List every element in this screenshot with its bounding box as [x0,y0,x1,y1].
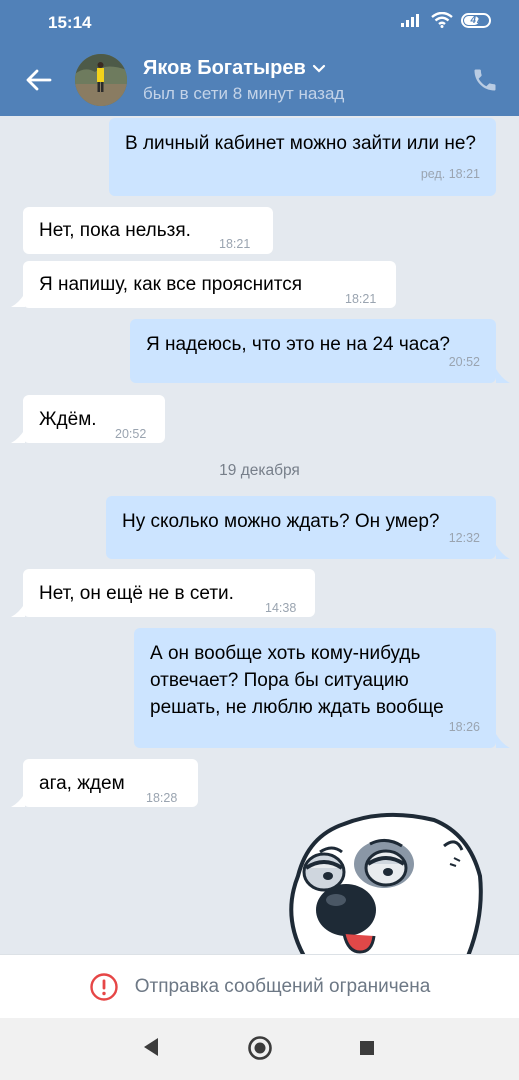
bubble-tail [11,293,25,307]
message-text: Ну сколько можно ждать? Он умер? [122,511,440,532]
message-time: 20:52 [448,355,480,369]
date-separator: 19 декабря [219,462,300,479]
message-time: 18:21 [345,292,377,306]
message-time: 18:28 [146,791,178,805]
wifi-icon [431,12,453,28]
signal-icon [401,14,419,27]
message-text: Я надеюсь, что это не на 24 часа? [146,334,450,355]
message-time: 18:21 [219,237,251,251]
bubble-tail [11,603,25,617]
back-button[interactable] [22,64,54,96]
alert-icon [90,973,118,1001]
message-incoming[interactable]: Нет, пока нельзя. 18:21 [23,207,273,254]
system-nav-bar [0,1018,519,1080]
dog-sticker[interactable] [284,806,484,954]
contact-avatar[interactable] [75,54,127,106]
battery-level: 47 [470,14,482,26]
message-text: Я напишу, как все прояснится [39,274,303,295]
nav-home-icon[interactable] [247,1035,273,1061]
battery-icon: 47 [461,12,491,28]
message-time: 20:52 [115,427,147,441]
message-time: 14:38 [265,601,297,615]
chat-header: 15:14 47 Яков Богатырев был в сети 8 мин… [0,0,519,116]
message-outgoing[interactable]: А он вообще хоть кому-нибудь отвечает? П… [134,628,496,748]
message-time: ред. 18:21 [420,167,480,181]
message-outgoing[interactable]: Я надеюсь, что это не на 24 часа? 20:52 [130,319,496,383]
message-incoming[interactable]: Я напишу, как все прояснится 18:21 [23,261,396,308]
message-text: Нет, он ещё не в сети. [39,583,234,604]
contact-name[interactable]: Яков Богатырев [143,57,326,80]
message-incoming[interactable]: Нет, он ещё не в сети. 14:38 [23,569,315,617]
status-icons: 47 [401,12,491,28]
status-time: 15:14 [48,13,92,32]
arrow-left-icon [26,69,52,91]
restriction-text: Отправка сообщений ограничена [134,976,431,997]
phone-icon [474,69,496,91]
bubble-tail [496,734,510,748]
contact-name-text: Яков Богатырев [143,57,306,79]
message-outgoing[interactable]: В личный кабинет можно зайти или не? ред… [109,118,496,196]
message-list[interactable]: В личный кабинет можно зайти или не? ред… [0,116,519,954]
nav-back-icon[interactable] [141,1036,161,1058]
bubble-tail [496,545,510,559]
bubble-tail [496,369,510,383]
message-text: В личный кабинет можно зайти или не? [125,133,476,154]
message-time: 18:26 [448,720,480,734]
message-text: А он вообще хоть кому-нибудь отвечает? П… [150,643,444,718]
chevron-down-icon [312,64,325,73]
contact-last-seen: был в сети 8 минут назад [143,84,345,103]
message-time: 12:32 [448,531,480,545]
message-incoming[interactable]: ага, ждем 18:28 [23,759,198,807]
message-outgoing[interactable]: Ну сколько можно ждать? Он умер? 12:32 [106,496,496,559]
message-incoming[interactable]: Ждём. 20:52 [23,395,165,443]
messaging-restricted-bar: Отправка сообщений ограничена [0,954,519,1019]
call-button[interactable] [471,66,499,94]
bubble-tail [11,429,25,443]
nav-recents-icon[interactable] [358,1039,376,1057]
bubble-tail [11,793,25,807]
